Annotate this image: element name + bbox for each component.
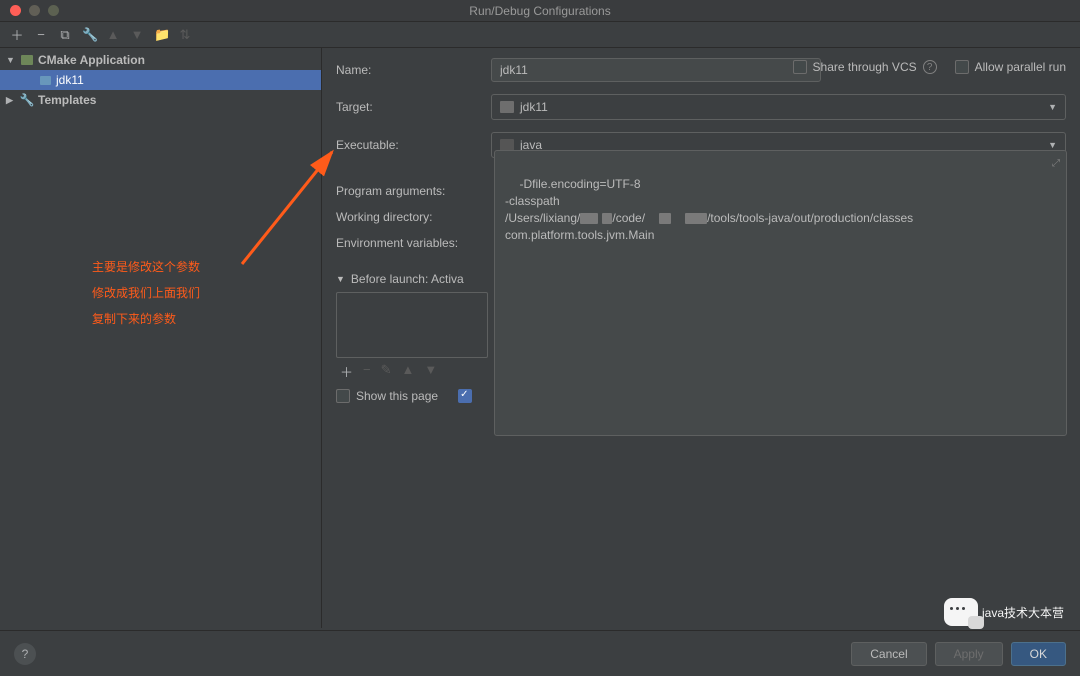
parallel-run-label: Allow parallel run [975, 60, 1066, 74]
cancel-button[interactable]: Cancel [851, 642, 926, 666]
remove-task-icon: − [363, 362, 371, 381]
down-task-icon: ▼ [424, 362, 437, 381]
name-input[interactable] [491, 58, 821, 82]
expand-icon: ▼ [6, 55, 16, 65]
activate-tool-checkbox[interactable] [458, 389, 472, 403]
dialog-footer: ? Cancel Apply OK [0, 630, 1080, 676]
edit-task-icon: ✎ [381, 362, 392, 381]
program-arguments-input[interactable]: ⤢-Dfile.encoding=UTF-8 -classpath /Users… [494, 150, 1067, 436]
add-config-icon[interactable]: ＋ [10, 25, 24, 44]
redacted-text [659, 213, 671, 224]
executable-label: Executable: [336, 138, 491, 152]
tree-item-label: jdk11 [56, 73, 84, 87]
ok-button[interactable]: OK [1011, 642, 1066, 666]
tree-group-label: CMake Application [38, 53, 145, 67]
folder-icon[interactable]: 📁 [154, 27, 168, 43]
close-window-icon[interactable] [10, 5, 21, 16]
args-label: Program arguments: [336, 184, 491, 198]
title-bar: Run/Debug Configurations [0, 0, 1080, 22]
help-button[interactable]: ? [14, 643, 36, 665]
target-icon [500, 101, 514, 113]
tree-templates-label: Templates [38, 93, 96, 107]
help-icon[interactable]: ? [923, 60, 937, 74]
move-up-icon: ▲ [106, 27, 120, 42]
watermark: java技术大本营 [944, 598, 1064, 626]
wrench-icon: 🔧 [20, 93, 34, 107]
before-launch-label: Before launch: Activa [351, 272, 464, 286]
tree-templates[interactable]: ▶ 🔧 Templates [0, 90, 321, 110]
copy-config-icon[interactable]: ⧉ [58, 27, 72, 43]
redacted-text [580, 213, 598, 224]
config-file-icon [38, 73, 52, 87]
add-task-icon[interactable]: ＋ [340, 362, 353, 381]
parallel-run-checkbox[interactable] [955, 60, 969, 74]
wechat-icon [944, 598, 978, 626]
tree-item-jdk11[interactable]: jdk11 [0, 70, 321, 90]
window-title: Run/Debug Configurations [469, 4, 610, 18]
env-label: Environment variables: [336, 236, 491, 250]
target-label: Target: [336, 100, 491, 114]
collapse-field-icon[interactable]: ⤢ [1052, 155, 1060, 172]
window-controls [0, 5, 59, 16]
apply-button: Apply [935, 642, 1003, 666]
redacted-text [685, 213, 707, 224]
tree-group-cmake[interactable]: ▼ CMake Application [0, 50, 321, 70]
chevron-down-icon: ▼ [1048, 140, 1057, 150]
share-vcs-label: Share through VCS [813, 60, 917, 74]
annotation-text: 主要是修改这个参数 修改成我们上面我们 复制下来的参数 [92, 254, 200, 332]
show-page-label: Show this page [356, 389, 438, 403]
config-tree: ▼ CMake Application jdk11 ▶ 🔧 Templates [0, 48, 322, 628]
redacted-text [602, 213, 612, 224]
minimize-window-icon[interactable] [29, 5, 40, 16]
collapse-icon: ▼ [336, 274, 345, 284]
config-toolbar: ＋ − ⧉ 🔧 ▲ ▼ 📁 ⇅ [0, 22, 1080, 48]
maximize-window-icon[interactable] [48, 5, 59, 16]
watermark-text: java技术大本营 [982, 604, 1064, 621]
up-task-icon: ▲ [402, 362, 415, 381]
target-combo[interactable]: jdk11 ▼ [491, 94, 1066, 120]
cmake-icon [20, 53, 34, 67]
share-vcs-checkbox[interactable] [793, 60, 807, 74]
sort-icon: ⇅ [178, 27, 192, 43]
edit-defaults-icon[interactable]: 🔧 [82, 27, 96, 43]
target-value: jdk11 [520, 100, 548, 114]
before-launch-list[interactable] [336, 292, 488, 358]
expand-icon: ▶ [6, 95, 16, 106]
move-down-icon: ▼ [130, 27, 144, 42]
show-page-checkbox[interactable] [336, 389, 350, 403]
chevron-down-icon: ▼ [1048, 102, 1057, 112]
name-label: Name: [336, 63, 491, 77]
args-text-3: /tools/tools-java/out/production [707, 211, 870, 225]
remove-config-icon[interactable]: − [34, 27, 48, 42]
args-text-2: /code/ [612, 211, 645, 225]
wd-label: Working directory: [336, 210, 491, 224]
